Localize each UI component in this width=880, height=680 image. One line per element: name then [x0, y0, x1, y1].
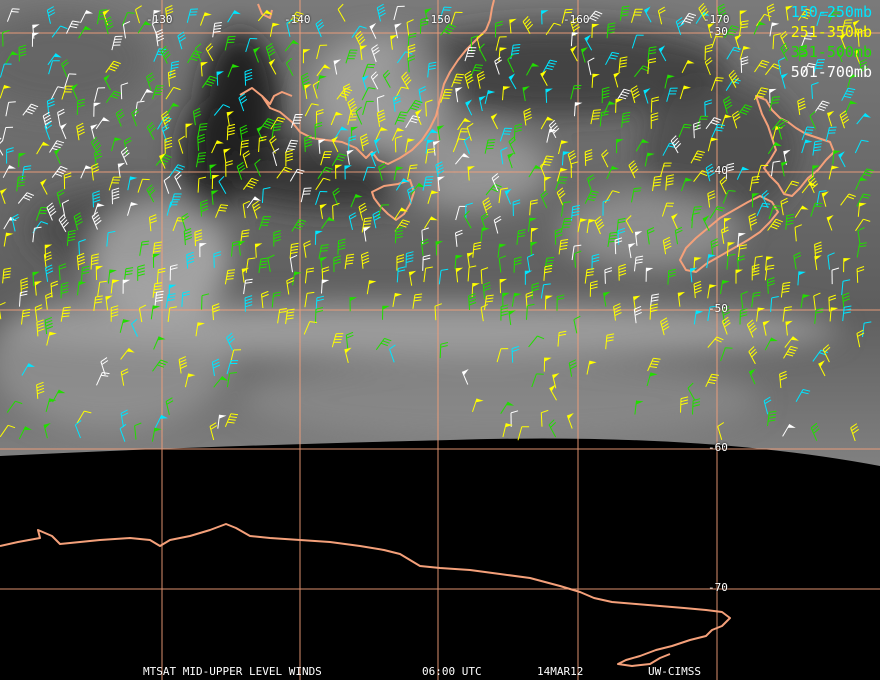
latitude-label: -70 [708, 581, 728, 594]
antarctica-coastline [0, 523, 731, 667]
product-name: MTSAT MID-UPPER LEVEL WINDS [143, 665, 322, 678]
longitude-label: -160 [563, 13, 590, 26]
data-source: UW-CIMSS [648, 665, 701, 678]
legend-entry-501-700mb: 501-700mb [790, 63, 872, 81]
image-caption: MTSAT MID-UPPER LEVEL WINDS 06:00 UTC 14… [0, 665, 880, 679]
longitude-label: -130 [146, 13, 173, 26]
longitude-label: -150 [424, 13, 451, 26]
satellite-wind-map: -130 -140 -150 -160 -170 -30 -40 -50 -60… [0, 0, 880, 680]
observation-date: 14MAR12 [537, 665, 584, 678]
map-canvas [0, 0, 880, 680]
latitude-label: -40 [708, 164, 728, 177]
legend-entry-150-250mb: 150-250mb [790, 3, 872, 21]
longitude-label: -140 [284, 13, 311, 26]
legend-entry-251-350mb: 251-350mb [790, 23, 872, 41]
latitude-label: -30 [708, 25, 728, 38]
legend-entry-351-500mb: 351-500mb [790, 43, 872, 61]
observation-time: 06:00 UTC [422, 665, 482, 678]
pressure-level-legend: 150-250mb 251-350mb 351-500mb 501-700mb [791, 2, 872, 82]
latitude-label: -60 [708, 441, 728, 454]
latitude-label: -50 [708, 302, 728, 315]
